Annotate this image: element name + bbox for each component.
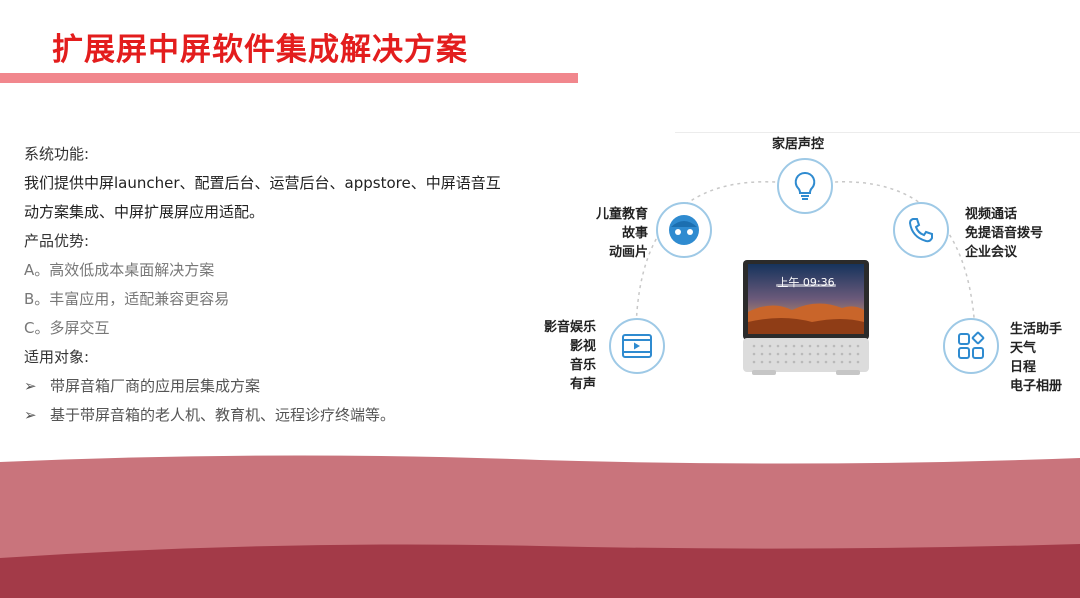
func-title: 系统功能:: [24, 145, 90, 163]
target-item: ➢ 带屏音箱厂商的应用层集成方案: [24, 372, 544, 401]
video-icon: [609, 318, 665, 374]
advantage-item: A。高效低成本桌面解决方案: [24, 261, 215, 279]
func-line-2: 动方案集成、中屏扩展屏应用适配。: [24, 203, 265, 221]
func-line-1: 我们提供中屏launcher、配置后台、运营后台、appstore、中屏语音互: [24, 174, 501, 192]
face-icon: [656, 202, 712, 258]
target-item-text: 带屏音箱厂商的应用层集成方案: [50, 377, 261, 395]
target-title: 适用对象:: [24, 348, 90, 366]
label-kids-education: 儿童教育 故事 动画片: [595, 207, 648, 260]
apps-icon: [943, 318, 999, 374]
bullet-icon: ➢: [24, 406, 37, 424]
advantage-title: 产品优势:: [24, 232, 90, 250]
phone-icon: [893, 202, 949, 258]
bottom-wave-decoration: [0, 455, 1080, 598]
smart-display-device: 上午 09:36: [742, 260, 870, 376]
feature-diagram: 家居声控 儿童教育 故事 动画片 视频通话 免提语音拨号 企业会议 影音娱乐 影视 音乐 有声…: [540, 130, 1080, 400]
description-text: 系统功能: 我们提供中屏launcher、配置后台、运营后台、appstore、…: [24, 140, 544, 430]
lightbulb-icon: [777, 158, 833, 214]
label-home-voice: 家居声控: [772, 137, 825, 152]
title-underline: [0, 73, 578, 83]
advantage-item: C。多屏交互: [24, 319, 110, 337]
label-entertainment: 影音娱乐 影视 音乐 有声: [543, 320, 596, 392]
label-video-call: 视频通话 免提语音拨号 企业会议: [965, 207, 1044, 260]
advantage-item: B。丰富应用，适配兼容更容易: [24, 290, 230, 308]
label-life-assistant: 生活助手 天气 日程 电子相册: [1010, 322, 1063, 394]
target-item-text: 基于带屏音箱的老人机、教育机、远程诊疗终端等。: [50, 406, 396, 424]
bullet-icon: ➢: [24, 377, 37, 395]
page-title: 扩展屏中屏软件集成解决方案: [52, 32, 468, 68]
target-item: ➢ 基于带屏音箱的老人机、教育机、远程诊疗终端等。: [24, 401, 544, 430]
device-clock: 上午 09:36: [777, 276, 835, 289]
